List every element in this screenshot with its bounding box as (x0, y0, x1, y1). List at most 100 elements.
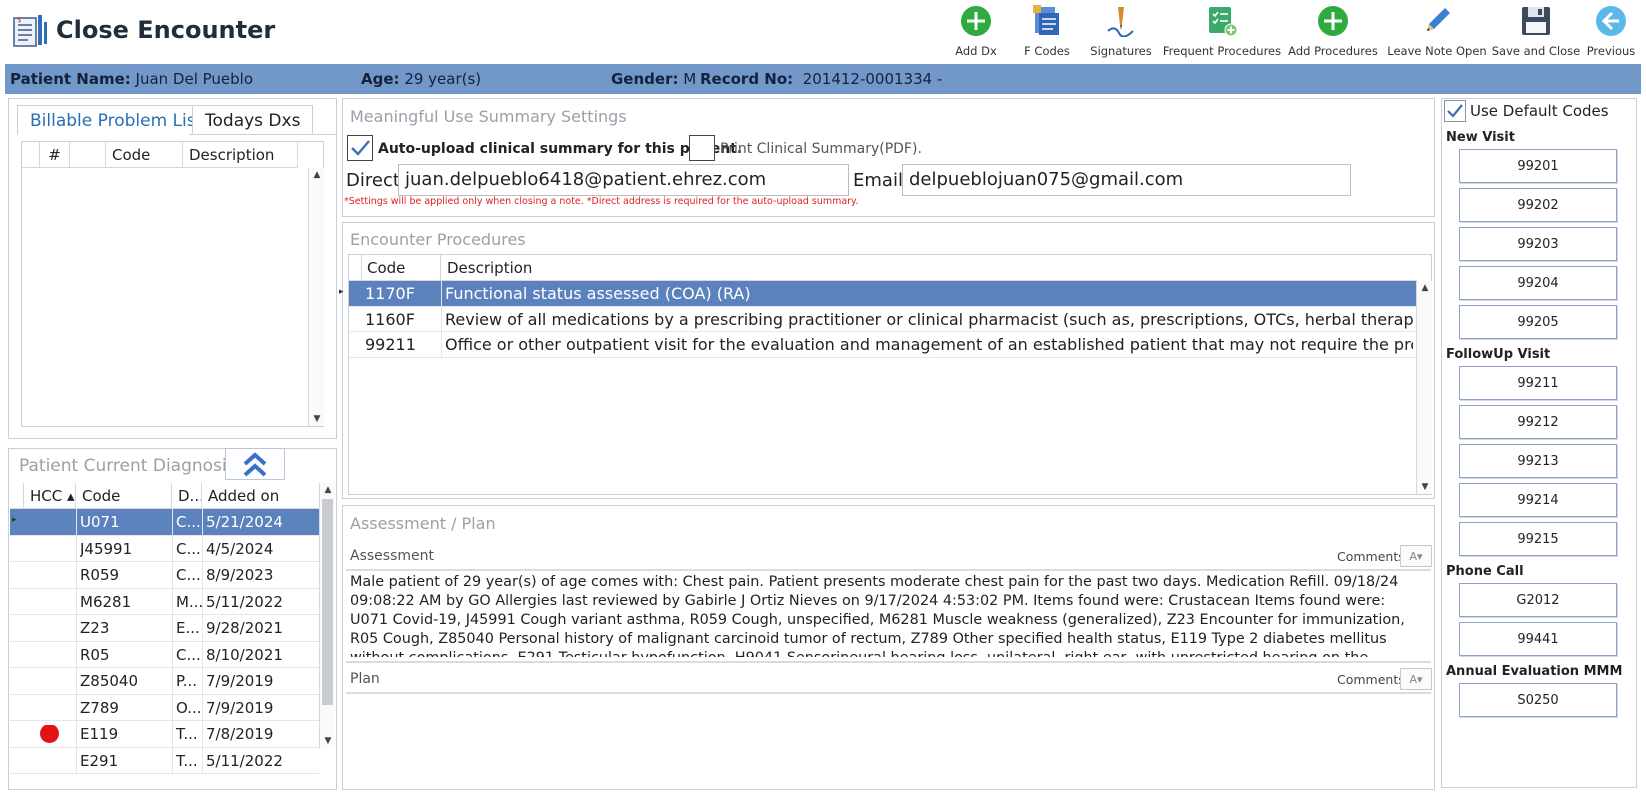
column-header-description[interactable]: D... (172, 483, 202, 509)
meaningful-use-title: Meaningful Use Summary Settings (350, 107, 627, 126)
scroll-down-arrow-icon[interactable]: ▼ (309, 414, 325, 424)
encounter-procedures-grid[interactable]: Code Description ▸ 1170F Functional status… (339, 254, 1432, 495)
column-header-code[interactable]: Code (76, 483, 172, 509)
problem-list-scrollbar[interactable]: ▲ ▼ (308, 168, 324, 426)
column-divider (441, 306, 442, 331)
diagnosis-description-cell: P... (176, 672, 198, 690)
diagnosis-row[interactable]: Z789 O... 7/9/2019 (10, 694, 319, 721)
save-and-close-label: Save and Close (1491, 44, 1581, 58)
column-header-blank[interactable] (70, 142, 106, 168)
column-header-description[interactable]: Description (441, 255, 1417, 281)
code-button-99205[interactable]: 99205 (1459, 305, 1617, 339)
direct-address-field[interactable]: juan.delpueblo6418@patient.ehrez.com (398, 164, 849, 196)
scroll-down-arrow-icon[interactable]: ▼ (1417, 482, 1433, 492)
code-button-99213[interactable]: 99213 (1459, 444, 1617, 478)
code-button-99203[interactable]: 99203 (1459, 227, 1617, 261)
current-diagnosis-grid[interactable]: HCC ▴ Code D... Added on ▸ U071 C... 5/21/2… (10, 483, 335, 788)
svg-text:$: $ (17, 16, 21, 24)
diagnosis-row[interactable]: Z23 E... 9/28/2021 (10, 615, 319, 642)
text-template-icon: A▾ (1409, 672, 1423, 686)
column-divider (172, 694, 173, 720)
save-and-close-button[interactable]: Save and Close (1492, 4, 1580, 60)
code-button-99214[interactable]: 99214 (1459, 483, 1617, 517)
plan-label: Plan (350, 671, 380, 687)
print-summary-checkbox[interactable] (689, 135, 715, 161)
column-header-added-on[interactable]: Added on (202, 483, 319, 509)
checkmark-icon (1447, 104, 1463, 118)
diagnosis-added-on-cell: 8/9/2023 (206, 566, 274, 584)
scroll-up-arrow-icon[interactable]: ▲ (1417, 283, 1433, 293)
column-divider (76, 535, 77, 561)
diagnosis-description-cell: C... (176, 566, 201, 584)
procedures-scrollbar[interactable]: ▲ ▼ (1416, 281, 1432, 494)
code-button-99212[interactable]: 99212 (1459, 405, 1617, 439)
scroll-up-arrow-icon[interactable]: ▲ (320, 485, 336, 495)
diagnosis-row[interactable]: J45991 C... 4/5/2024 (10, 535, 319, 562)
diagnosis-added-on-cell: 4/5/2024 (206, 539, 274, 558)
code-button-g2012[interactable]: G2012 (1459, 583, 1617, 617)
plan-comments-dropdown[interactable]: A▾ (1400, 668, 1432, 690)
assessment-label: Assessment (350, 548, 434, 564)
assessment-comments-dropdown[interactable]: A▾ (1400, 545, 1432, 567)
code-button-99215[interactable]: 99215 (1459, 522, 1617, 556)
scrollbar-thumb[interactable] (322, 499, 333, 705)
code-button-99441[interactable]: 99441 (1459, 622, 1617, 656)
diagnosis-row[interactable]: R05 C... 8/10/2021 (10, 641, 319, 668)
plan-text[interactable] (350, 696, 1425, 784)
tab-billable-problem-list[interactable]: Billable Problem List (17, 105, 216, 135)
scroll-down-arrow-icon[interactable]: ▼ (320, 736, 336, 746)
tab-todays-dxs[interactable]: Todays Dxs (192, 105, 314, 135)
column-divider (76, 747, 77, 773)
f-codes-button[interactable]: F Codes (1020, 4, 1074, 60)
procedures-grid-header: Code Description (349, 255, 1417, 281)
column-header-code[interactable]: Code (106, 142, 183, 168)
procedure-code-cell: 1170F (365, 284, 415, 303)
procedure-code-cell: 1160F (365, 309, 415, 329)
assessment-text[interactable]: Male patient of 29 year(s) of age comes … (350, 573, 1425, 657)
procedure-row[interactable]: 99211 Office or other outpatient visit fo… (349, 332, 1417, 358)
add-procedures-label: Add Procedures (1288, 44, 1378, 58)
signatures-button[interactable]: Signatures (1090, 4, 1152, 60)
procedure-row[interactable]: 1160F Review of all medications by a pres… (349, 306, 1417, 332)
email-field[interactable]: delpueblojuan075@gmail.com (902, 164, 1351, 196)
diagnosis-code-cell: U071 (80, 513, 120, 531)
code-button-99202[interactable]: 99202 (1459, 188, 1617, 222)
leave-note-open-label: Leave Note Open (1387, 44, 1487, 58)
code-button-s0250[interactable]: S0250 (1459, 683, 1617, 717)
diagnosis-row[interactable]: R059 C... 8/9/2023 (10, 562, 319, 589)
column-header-number[interactable]: # (40, 142, 70, 168)
diagnosis-row[interactable]: Z85040 P... 7/9/2019 (10, 668, 319, 695)
diagnosis-added-on-cell: 9/28/2021 (206, 619, 283, 637)
diagnosis-row[interactable]: E291 T... 5/11/2022 (10, 747, 319, 774)
problem-list-grid[interactable]: # Code Description ▲ ▼ (21, 141, 324, 427)
diagnosis-description-cell: C... (176, 645, 201, 664)
diagnosis-row[interactable]: M6281 M... 5/11/2022 (10, 588, 319, 615)
code-button-99204[interactable]: 99204 (1459, 266, 1617, 300)
diagnosis-scrollbar[interactable]: ▲ ▼ (319, 483, 335, 748)
add-dx-button[interactable]: Add Dx (951, 4, 1001, 60)
diagnosis-row[interactable]: E119 T... 7/8/2019 (10, 721, 319, 748)
procedure-row[interactable]: ▸ 1170F Functional status assessed (COA) (… (339, 281, 1417, 307)
double-chevron-up-icon (243, 452, 267, 477)
assessment-comments-label: Comments: (1337, 549, 1409, 564)
column-divider (202, 694, 203, 720)
column-header-description[interactable]: Description (183, 142, 298, 168)
diagnosis-description-cell: C... (176, 539, 201, 558)
column-divider (441, 332, 442, 357)
code-button-99211[interactable]: 99211 (1459, 366, 1617, 400)
code-button-99201[interactable]: 99201 (1459, 149, 1617, 183)
collapse-button[interactable] (225, 448, 285, 480)
add-procedures-button[interactable]: Add Procedures (1288, 4, 1378, 60)
column-header-code[interactable]: Code (361, 255, 441, 281)
title-bar: $ Close Encounter Add Dx F Codes Signatu… (0, 0, 1646, 62)
leave-note-open-button[interactable]: Leave Note Open (1387, 4, 1487, 60)
floppy-disk-icon (1519, 4, 1553, 38)
diagnosis-row[interactable]: ▸ U071 C... 5/21/2024 (10, 509, 319, 536)
scroll-up-arrow-icon[interactable]: ▲ (309, 170, 325, 180)
frequent-procedures-button[interactable]: Frequent Procedures (1163, 4, 1281, 60)
diagnosis-code-cell: R059 (80, 566, 120, 584)
column-header-hcc[interactable]: HCC ▴ (24, 483, 76, 509)
use-default-codes-checkbox[interactable] (1444, 100, 1466, 122)
previous-button[interactable]: Previous (1586, 4, 1636, 60)
auto-upload-checkbox[interactable] (347, 135, 373, 161)
